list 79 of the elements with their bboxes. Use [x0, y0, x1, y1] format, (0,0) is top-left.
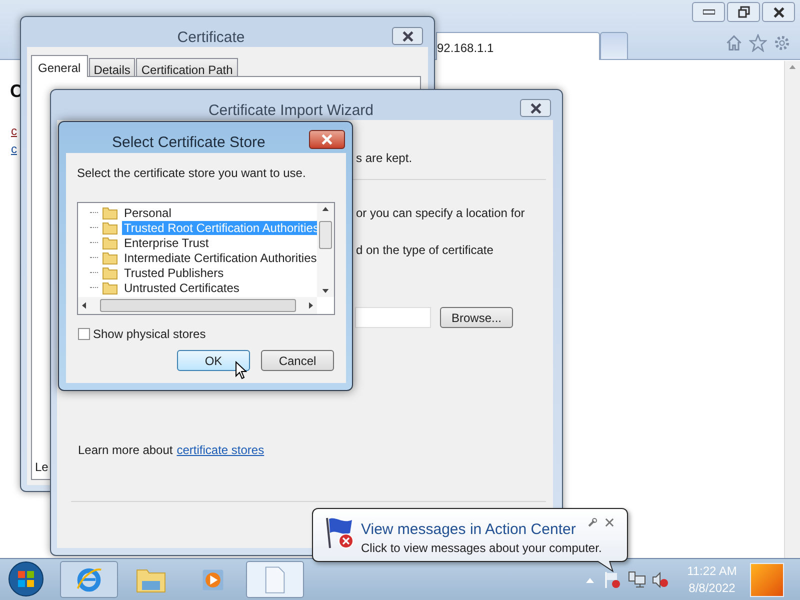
- close-icon: [400, 30, 414, 42]
- footer-text: Le: [35, 459, 48, 476]
- close-icon[interactable]: [605, 518, 614, 527]
- page-link[interactable]: c: [11, 140, 17, 158]
- scroll-up-arrow-icon[interactable]: [322, 207, 329, 211]
- mouse-pointer-icon: [235, 361, 247, 380]
- window-title: Certificate: [176, 28, 246, 48]
- settings-icon[interactable]: [773, 34, 791, 52]
- network-icon[interactable]: [628, 571, 646, 589]
- learn-more-text: Learn more about: [78, 442, 173, 459]
- window-title: Select Certificate Store: [112, 133, 266, 153]
- browse-button[interactable]: Browse...: [440, 307, 513, 328]
- wrench-icon[interactable]: [587, 518, 597, 528]
- flag-warning-icon: [324, 516, 356, 550]
- muted-speaker-icon[interactable]: [652, 572, 668, 588]
- window-title: Certificate Import Wizard: [207, 101, 375, 121]
- folder-icon: [136, 566, 166, 592]
- scroll-right-arrow-icon[interactable]: [309, 302, 313, 309]
- store-item[interactable]: Personal: [122, 206, 174, 220]
- restore-icon: [738, 6, 750, 18]
- description-text: d on the type of certificate: [356, 242, 494, 259]
- store-item[interactable]: Enterprise Trust: [122, 236, 211, 250]
- taskbar-button[interactable]: [60, 561, 118, 598]
- folder-icon: [102, 280, 118, 294]
- scrollbar[interactable]: [784, 61, 800, 558]
- description-text: s are kept.: [356, 150, 412, 167]
- taskbar-button[interactable]: [246, 561, 304, 598]
- minimize-button[interactable]: [692, 2, 725, 22]
- home-icon[interactable]: [725, 34, 743, 52]
- close-icon: [772, 6, 786, 18]
- folder-icon: [102, 206, 118, 220]
- store-field[interactable]: [355, 307, 431, 328]
- close-button[interactable]: [520, 99, 551, 117]
- close-icon: [528, 102, 542, 114]
- show-desktop-button[interactable]: [750, 563, 784, 597]
- checkbox[interactable]: [78, 328, 90, 340]
- star-icon[interactable]: [749, 34, 767, 52]
- folder-icon: [102, 250, 118, 264]
- flag-icon[interactable]: [604, 571, 620, 589]
- close-button[interactable]: [309, 130, 345, 149]
- date: 8/8/2022: [688, 580, 736, 597]
- store-item[interactable]: Intermediate Certification Authorities: [122, 250, 319, 264]
- horizontal-scrollbar[interactable]: [78, 297, 317, 314]
- folder-icon: [102, 236, 118, 250]
- scroll-thumb[interactable]: [100, 299, 296, 312]
- notification-title: View messages in Action Center: [361, 520, 576, 540]
- folder-icon: [102, 266, 118, 280]
- dialog-button[interactable]: Cancel: [261, 350, 334, 371]
- minimize-icon: [702, 9, 714, 15]
- start-button[interactable]: [8, 561, 44, 597]
- vertical-scrollbar[interactable]: [317, 203, 334, 297]
- scroll-down-arrow-icon[interactable]: [322, 289, 329, 293]
- description-text: or you can specify a location for: [356, 205, 525, 222]
- store-item[interactable]: Trusted Publishers: [122, 266, 226, 280]
- page-link[interactable]: c: [11, 122, 17, 140]
- checkbox-label[interactable]: Show physical stores: [93, 325, 206, 343]
- store-item[interactable]: Untrusted Certificates: [122, 280, 242, 294]
- document-icon: [264, 566, 286, 594]
- address-tab[interactable]: 92.168.1.1: [436, 32, 600, 60]
- new-tab-button[interactable]: [600, 32, 628, 59]
- close-button[interactable]: [392, 27, 423, 45]
- close-icon: [320, 134, 334, 145]
- notification-balloon[interactable]: View messages in Action Center Click to view messages about your computer.: [312, 508, 628, 562]
- scroll-left-arrow-icon[interactable]: [82, 302, 86, 309]
- time: 11:22 AM: [687, 563, 737, 580]
- folder-icon: [102, 220, 118, 234]
- balloon-tail: [596, 561, 616, 573]
- tab[interactable]: General: [31, 55, 88, 77]
- browser-icon: [75, 566, 103, 594]
- close-button[interactable]: [762, 2, 795, 22]
- notification-message: Click to view messages about your computer.: [361, 540, 602, 557]
- scroll-thumb[interactable]: [319, 221, 332, 249]
- certificate-stores-link[interactable]: certificate stores: [176, 441, 264, 459]
- instruction-text: Select the certificate store you want to use.: [77, 165, 306, 182]
- dialog-button[interactable]: OK: [177, 350, 250, 371]
- tab[interactable]: Details: [88, 58, 136, 77]
- restore-button[interactable]: [727, 2, 760, 22]
- show-hidden-icons-icon[interactable]: [586, 578, 594, 583]
- tab[interactable]: Certification Path: [136, 58, 238, 77]
